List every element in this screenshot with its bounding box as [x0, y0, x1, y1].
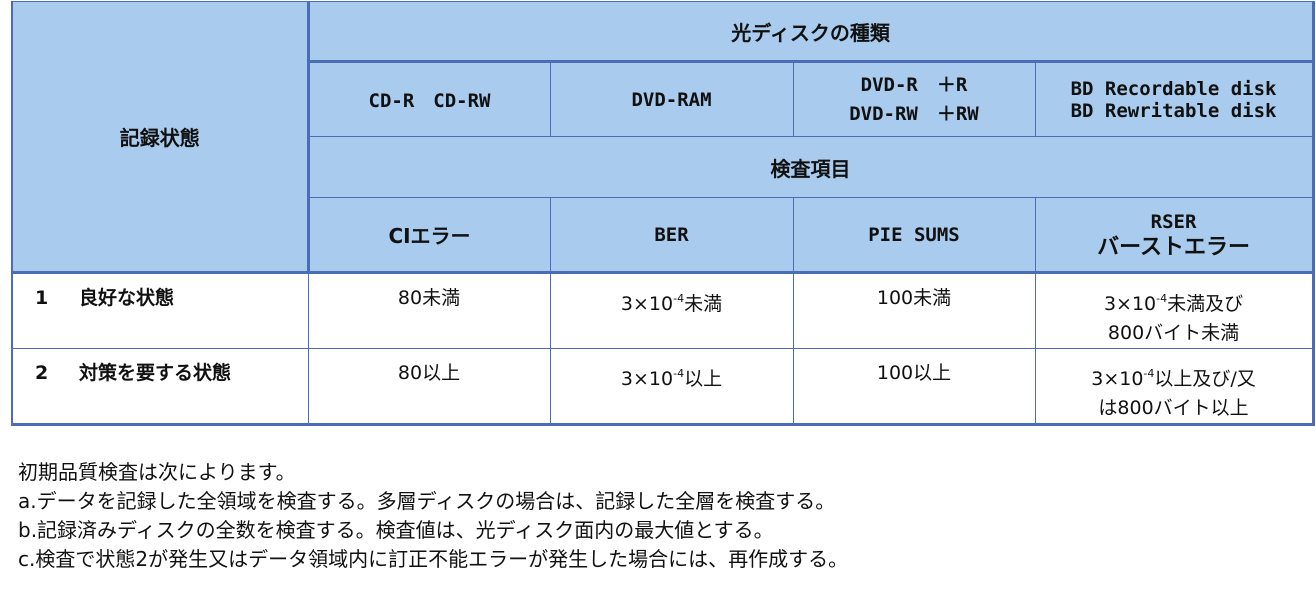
- rser-line2: 800バイト未満: [1107, 322, 1240, 344]
- rser-base: 3×10: [1103, 293, 1157, 315]
- row-label: 良好な状態: [79, 287, 175, 309]
- row-state-action-required: 2 対策を要する状態: [11, 348, 309, 426]
- cell-rser: 3×10-4以上及び/又 は800バイト以上: [1034, 348, 1315, 426]
- row-number: 2: [35, 362, 49, 384]
- item-ci-error-label: CIエラー: [388, 224, 471, 248]
- item-pie-sums-label: PIE SUMS: [868, 223, 960, 246]
- cell-ber: 3×10-4以上: [549, 348, 794, 426]
- item-rser: RSER バーストエラー: [1034, 197, 1315, 274]
- ber-suffix: 未満: [684, 293, 723, 315]
- cell-rser: 3×10-4未満及び 800バイト未満: [1034, 272, 1315, 349]
- table-row: 1 良好な状態 80未満 3×10-4未満 100未満 3×10-4未満及び 80…: [11, 272, 1315, 349]
- rser-exponent: -4: [1143, 367, 1155, 380]
- item-rser-label: RSER: [1150, 210, 1197, 233]
- disc-type-label: 光ディスクの種類: [731, 20, 890, 45]
- note-a: a.データを記録した全領域を検査する。多層ディスクの場合は、記録した全層を検査す…: [18, 489, 836, 513]
- rser-suffix: 未満及び: [1167, 293, 1244, 315]
- cell-ci-value: 80以上: [397, 362, 461, 384]
- disc-type-dvd-rw-label: DVD-RW ＋RW: [849, 102, 979, 125]
- inspection-notes: 初期品質検査は次によります。 a.データを記録した全領域を検査する。多層ディスク…: [18, 458, 848, 574]
- ber-exponent: -4: [673, 292, 685, 305]
- disc-type-dvd-r-label: DVD-R ＋R: [860, 73, 968, 96]
- recording-state-label: 記録状態: [119, 126, 200, 150]
- note-b: b.記録済みディスクの全数を検査する。検査値は、光ディスク面内の最大値とする。: [18, 518, 774, 542]
- row-state-good: 1 良好な状態: [11, 272, 309, 349]
- disc-type-cd: CD-R CD-RW: [306, 60, 551, 137]
- ber-suffix: 以上: [684, 368, 723, 390]
- disc-type-bd: BD Recordable disk BD Rewritable disk: [1034, 60, 1315, 137]
- notes-intro: 初期品質検査は次によります。: [18, 460, 296, 484]
- table-row: 2 対策を要する状態 80以上 3×10-4以上 100以上 3×10-4以上及び…: [11, 348, 1315, 426]
- rser-suffix: 以上及び/又: [1154, 368, 1256, 390]
- rser-line2: は800バイト以上: [1098, 397, 1249, 419]
- inspection-items-label: 検査項目: [770, 156, 851, 181]
- disc-type-bd-rewritable-label: BD Rewritable disk: [1070, 99, 1277, 122]
- row-label: 対策を要する状態: [79, 362, 232, 384]
- disc-type-dvd-r: DVD-R ＋R DVD-RW ＋RW: [792, 60, 1036, 137]
- inspection-items-header: 検査項目: [306, 136, 1315, 198]
- ber-exponent: -4: [673, 367, 685, 380]
- cell-ci: 80以上: [307, 348, 551, 426]
- disc-type-header: 光ディスクの種類: [306, 1, 1315, 62]
- rser-exponent: -4: [1156, 292, 1168, 305]
- disc-type-bd-recordable-label: BD Recordable disk: [1070, 77, 1277, 100]
- rser-base: 3×10: [1091, 368, 1144, 390]
- recording-state-header: 記録状態: [11, 1, 309, 274]
- cell-pie-value: 100以上: [876, 362, 952, 384]
- cell-ber: 3×10-4未満: [549, 272, 794, 349]
- inspection-criteria-table: 記録状態 光ディスクの種類 CD-R CD-RW DVD-RAM DVD-R ＋…: [11, 1, 1315, 426]
- disc-type-cd-label: CD-R CD-RW: [368, 90, 491, 112]
- item-burst-error-label: バーストエラー: [1097, 234, 1250, 260]
- cell-pie: 100以上: [792, 348, 1036, 426]
- cell-pie: 100未満: [792, 272, 1036, 349]
- item-ber-label: BER: [654, 223, 689, 246]
- disc-type-dvd-ram: DVD-RAM: [549, 60, 794, 137]
- item-pie-sums: PIE SUMS: [792, 197, 1036, 274]
- disc-type-dvd-ram-label: DVD-RAM: [631, 88, 712, 111]
- cell-pie-value: 100未満: [876, 287, 952, 309]
- note-c: c.検査で状態2が発生又はデータ領域内に訂正不能エラーが発生した場合には、再作成…: [18, 547, 849, 571]
- cell-ci-value: 80未満: [397, 287, 461, 309]
- item-ci-error: CIエラー: [306, 197, 551, 274]
- ber-base: 3×10: [620, 293, 674, 315]
- row-number: 1: [35, 287, 49, 309]
- ber-base: 3×10: [620, 368, 674, 390]
- cell-ci: 80未満: [307, 272, 551, 349]
- item-ber: BER: [549, 197, 794, 274]
